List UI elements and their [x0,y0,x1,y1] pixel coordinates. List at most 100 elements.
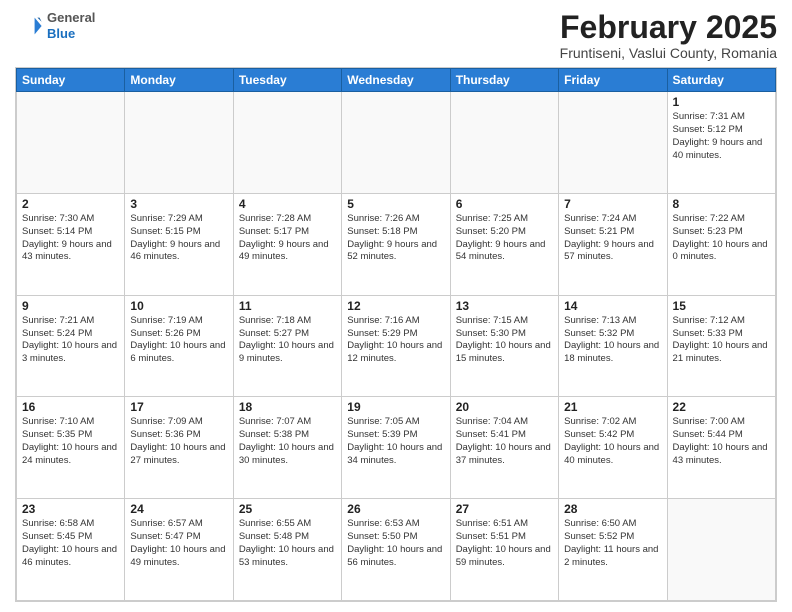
header: General Blue February 2025 Fruntiseni, V… [15,10,777,61]
calendar-cell: 15 Sunrise: 7:12 AM Sunset: 5:33 PM Dayli… [667,295,775,397]
calendar-cell: 7 Sunrise: 7:24 AM Sunset: 5:21 PM Daylig… [559,193,667,295]
day-number: 19 [347,400,444,414]
day-info: Sunrise: 7:16 AM Sunset: 5:29 PM Dayligh… [347,315,444,366]
calendar-cell [342,92,450,194]
day-info: Sunrise: 7:15 AM Sunset: 5:30 PM Dayligh… [456,315,553,366]
location: Fruntiseni, Vaslui County, Romania [560,45,777,61]
calendar-cell: 17 Sunrise: 7:09 AM Sunset: 5:36 PM Dayli… [125,397,233,499]
day-info: Sunrise: 7:12 AM Sunset: 5:33 PM Dayligh… [673,315,770,366]
calendar-cell [125,92,233,194]
calendar-cell: 14 Sunrise: 7:13 AM Sunset: 5:32 PM Dayli… [559,295,667,397]
day-info: Sunrise: 7:02 AM Sunset: 5:42 PM Dayligh… [564,416,661,467]
day-number: 13 [456,299,553,313]
day-number: 17 [130,400,227,414]
day-info: Sunrise: 7:13 AM Sunset: 5:32 PM Dayligh… [564,315,661,366]
calendar-cell [450,92,558,194]
logo-text: General Blue [47,10,95,41]
day-info: Sunrise: 7:29 AM Sunset: 5:15 PM Dayligh… [130,213,227,264]
day-info: Sunrise: 7:22 AM Sunset: 5:23 PM Dayligh… [673,213,770,264]
day-info: Sunrise: 7:09 AM Sunset: 5:36 PM Dayligh… [130,416,227,467]
day-number: 4 [239,197,336,211]
day-info: Sunrise: 7:21 AM Sunset: 5:24 PM Dayligh… [22,315,119,366]
calendar-cell: 23Sunrise: 6:58 AM Sunset: 5:45 PM Dayli… [17,499,125,601]
day-info: Sunrise: 6:50 AM Sunset: 5:52 PM Dayligh… [564,518,661,569]
calendar-cell [17,92,125,194]
day-number: 10 [130,299,227,313]
day-info: Sunrise: 7:30 AM Sunset: 5:14 PM Dayligh… [22,213,119,264]
calendar-cell [559,92,667,194]
calendar-week-0: 1 Sunrise: 7:31 AM Sunset: 5:12 PM Daylig… [17,92,776,194]
page: General Blue February 2025 Fruntiseni, V… [0,0,792,612]
calendar-cell [667,499,775,601]
calendar-cell: 25Sunrise: 6:55 AM Sunset: 5:48 PM Dayli… [233,499,341,601]
calendar-week-2: 9 Sunrise: 7:21 AM Sunset: 5:24 PM Daylig… [17,295,776,397]
day-header-row: SundayMondayTuesdayWednesdayThursdayFrid… [17,69,776,92]
calendar-cell: 11Sunrise: 7:18 AM Sunset: 5:27 PM Dayli… [233,295,341,397]
day-number: 28 [564,502,661,516]
calendar-cell: 22 Sunrise: 7:00 AM Sunset: 5:44 PM Dayli… [667,397,775,499]
calendar-cell: 1 Sunrise: 7:31 AM Sunset: 5:12 PM Daylig… [667,92,775,194]
calendar-cell: 9 Sunrise: 7:21 AM Sunset: 5:24 PM Daylig… [17,295,125,397]
day-number: 20 [456,400,553,414]
month-title: February 2025 [560,10,777,45]
day-info: Sunrise: 7:26 AM Sunset: 5:18 PM Dayligh… [347,213,444,264]
day-info: Sunrise: 7:04 AM Sunset: 5:41 PM Dayligh… [456,416,553,467]
day-number: 21 [564,400,661,414]
day-info: Sunrise: 6:53 AM Sunset: 5:50 PM Dayligh… [347,518,444,569]
calendar-cell: 10 Sunrise: 7:19 AM Sunset: 5:26 PM Dayli… [125,295,233,397]
day-info: Sunrise: 7:07 AM Sunset: 5:38 PM Dayligh… [239,416,336,467]
calendar-cell: 5 Sunrise: 7:26 AM Sunset: 5:18 PM Daylig… [342,193,450,295]
day-number: 2 [22,197,119,211]
calendar-cell: 4 Sunrise: 7:28 AM Sunset: 5:17 PM Daylig… [233,193,341,295]
day-number: 25 [239,502,336,516]
day-info: Sunrise: 7:00 AM Sunset: 5:44 PM Dayligh… [673,416,770,467]
logo-blue: Blue [47,26,95,42]
day-number: 23 [22,502,119,516]
logo-icon [15,12,43,40]
calendar-cell: 16Sunrise: 7:10 AM Sunset: 5:35 PM Dayli… [17,397,125,499]
day-number: 11 [239,299,336,313]
day-number: 3 [130,197,227,211]
day-number: 16 [22,400,119,414]
day-info: Sunrise: 7:31 AM Sunset: 5:12 PM Dayligh… [673,111,770,162]
day-header-sunday: Sunday [17,69,125,92]
day-number: 8 [673,197,770,211]
day-number: 14 [564,299,661,313]
calendar-cell: 8 Sunrise: 7:22 AM Sunset: 5:23 PM Daylig… [667,193,775,295]
day-info: Sunrise: 7:24 AM Sunset: 5:21 PM Dayligh… [564,213,661,264]
day-info: Sunrise: 7:28 AM Sunset: 5:17 PM Dayligh… [239,213,336,264]
day-number: 7 [564,197,661,211]
calendar-cell: 3 Sunrise: 7:29 AM Sunset: 5:15 PM Daylig… [125,193,233,295]
calendar-cell: 27Sunrise: 6:51 AM Sunset: 5:51 PM Dayli… [450,499,558,601]
day-number: 1 [673,95,770,109]
calendar-header: SundayMondayTuesdayWednesdayThursdayFrid… [17,69,776,92]
calendar-cell: 18 Sunrise: 7:07 AM Sunset: 5:38 PM Dayli… [233,397,341,499]
day-number: 12 [347,299,444,313]
day-number: 5 [347,197,444,211]
day-number: 9 [22,299,119,313]
calendar-week-3: 16Sunrise: 7:10 AM Sunset: 5:35 PM Dayli… [17,397,776,499]
calendar-cell: 2 Sunrise: 7:30 AM Sunset: 5:14 PM Daylig… [17,193,125,295]
day-header-thursday: Thursday [450,69,558,92]
calendar-table: SundayMondayTuesdayWednesdayThursdayFrid… [16,68,776,601]
day-info: Sunrise: 7:05 AM Sunset: 5:39 PM Dayligh… [347,416,444,467]
calendar-week-4: 23Sunrise: 6:58 AM Sunset: 5:45 PM Dayli… [17,499,776,601]
calendar-cell: 19 Sunrise: 7:05 AM Sunset: 5:39 PM Dayli… [342,397,450,499]
day-number: 15 [673,299,770,313]
day-number: 26 [347,502,444,516]
calendar-cell: 12 Sunrise: 7:16 AM Sunset: 5:29 PM Dayli… [342,295,450,397]
logo-general: General [47,10,95,26]
day-header-friday: Friday [559,69,667,92]
day-info: Sunrise: 7:19 AM Sunset: 5:26 PM Dayligh… [130,315,227,366]
calendar-week-1: 2 Sunrise: 7:30 AM Sunset: 5:14 PM Daylig… [17,193,776,295]
day-header-saturday: Saturday [667,69,775,92]
day-number: 6 [456,197,553,211]
day-number: 18 [239,400,336,414]
day-info: Sunrise: 7:25 AM Sunset: 5:20 PM Dayligh… [456,213,553,264]
calendar-cell: 24Sunrise: 6:57 AM Sunset: 5:47 PM Dayli… [125,499,233,601]
day-header-monday: Monday [125,69,233,92]
day-number: 22 [673,400,770,414]
calendar-cell: 21 Sunrise: 7:02 AM Sunset: 5:42 PM Dayli… [559,397,667,499]
day-info: Sunrise: 6:51 AM Sunset: 5:51 PM Dayligh… [456,518,553,569]
calendar-cell: 13 Sunrise: 7:15 AM Sunset: 5:30 PM Dayli… [450,295,558,397]
